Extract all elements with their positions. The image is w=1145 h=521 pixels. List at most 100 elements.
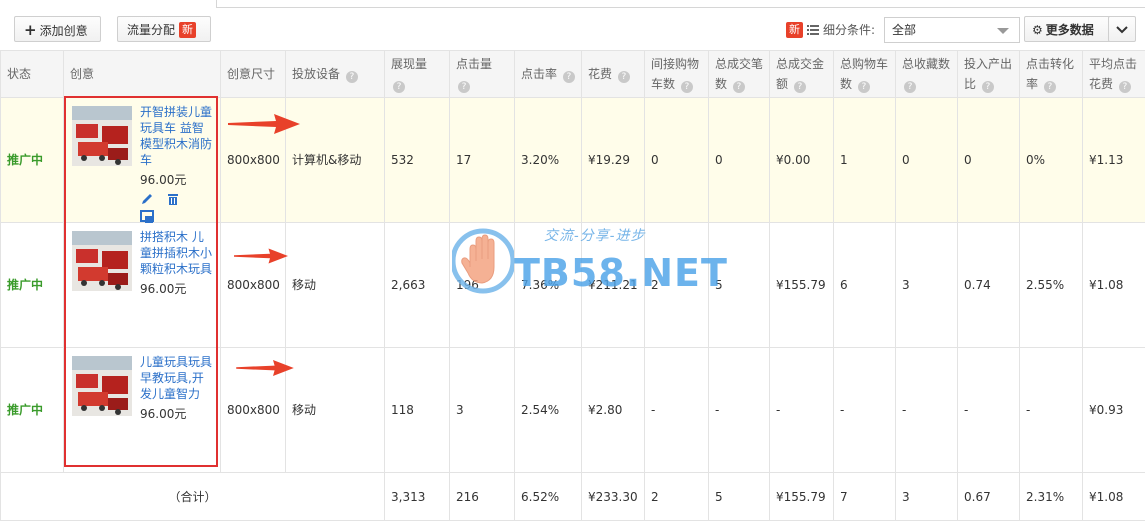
- col-roi[interactable]: 投入产出比 ?: [958, 51, 1020, 98]
- chevron-down-icon: [997, 28, 1009, 34]
- filter-select[interactable]: 全部: [884, 17, 1020, 43]
- help-icon[interactable]: ?: [346, 71, 358, 83]
- col-ctr[interactable]: 点击率 ?: [515, 51, 582, 98]
- device-cell: 移动: [286, 348, 385, 473]
- help-icon[interactable]: ?: [458, 81, 470, 93]
- product-image: [72, 106, 132, 166]
- creative-title-link[interactable]: 儿童玩具玩具早教玩具,开发儿童智力: [140, 354, 212, 402]
- status-cell: 推广中: [1, 98, 64, 223]
- total-cost: ¥233.30: [582, 473, 645, 521]
- help-icon[interactable]: ?: [904, 81, 916, 93]
- creative-title-link[interactable]: 拼搭积木 儿童拼插积木小颗粒积木玩具: [140, 229, 212, 277]
- help-icon[interactable]: ?: [858, 81, 870, 93]
- filter-new-badge: 新: [786, 22, 803, 38]
- preview-icon[interactable]: [140, 210, 154, 224]
- col-cost[interactable]: 花费 ?: [582, 51, 645, 98]
- arrow-annotation: [228, 114, 300, 134]
- cvr-cell: 0%: [1020, 98, 1083, 223]
- table-row: 推广中 开智拼装儿童玩具车 益智模型积木消防车 96.00元: [1, 98, 1145, 223]
- header-label: 展现量: [391, 57, 427, 71]
- product-thumbnail[interactable]: [72, 106, 132, 166]
- total-row: （合计） 3,313 216 6.52% ¥233.30 2 5 ¥155.79…: [1, 473, 1145, 521]
- creative-title-link[interactable]: 开智拼装儿童玩具车 益智模型积木消防车: [140, 104, 212, 168]
- clicks-cell: 3: [450, 348, 515, 473]
- total-amount: ¥155.79: [770, 473, 834, 521]
- creative-info: 开智拼装儿童玩具车 益智模型积木消防车 96.00元: [140, 104, 212, 208]
- status-cell: 推广中: [1, 223, 64, 348]
- help-icon[interactable]: ?: [1044, 81, 1056, 93]
- col-creative[interactable]: 创意: [64, 51, 221, 98]
- total-cart-cell: 1: [834, 98, 896, 223]
- cost-cell: ¥2.80: [582, 348, 645, 473]
- traffic-allocation-button[interactable]: 流量分配新: [117, 16, 211, 42]
- col-device[interactable]: 投放设备 ?: [286, 51, 385, 98]
- roi-cell: 0.74: [958, 223, 1020, 348]
- creative-cell: 开智拼装儿童玩具车 益智模型积木消防车 96.00元: [64, 98, 221, 223]
- add-creative-button[interactable]: +添加创意: [14, 16, 101, 42]
- clicks-cell: 17: [450, 98, 515, 223]
- cpc-cell: ¥1.08: [1083, 223, 1145, 348]
- cpc-cell: ¥0.93: [1083, 348, 1145, 473]
- total-label: （合计）: [1, 473, 385, 521]
- plus-icon: +: [24, 21, 37, 39]
- product-thumbnail[interactable]: [72, 231, 132, 291]
- header-label: 花费: [588, 67, 612, 81]
- filter-label: 细分条件:: [823, 23, 875, 37]
- col-clicks[interactable]: 点击量 ?: [450, 51, 515, 98]
- total-orders-cell: 5: [709, 223, 770, 348]
- product-image: [72, 231, 132, 291]
- total-ctr: 6.52%: [515, 473, 582, 521]
- help-icon[interactable]: ?: [618, 71, 630, 83]
- more-data-dropdown-button[interactable]: [1108, 16, 1136, 42]
- more-data-button[interactable]: ⚙更多数据: [1024, 16, 1112, 42]
- traffic-allocation-label: 流量分配: [127, 23, 175, 37]
- ctr-cell: 3.20%: [515, 98, 582, 223]
- col-favorites[interactable]: 总收藏数 ?: [896, 51, 958, 98]
- help-icon[interactable]: ?: [681, 81, 693, 93]
- clicks-cell: 196: [450, 223, 515, 348]
- help-icon[interactable]: ?: [563, 71, 575, 83]
- col-total-orders[interactable]: 总成交笔数 ?: [709, 51, 770, 98]
- indirect-cart-cell: 2: [645, 223, 709, 348]
- filter-select-value: 全部: [892, 23, 916, 37]
- total-cvr: 2.31%: [1020, 473, 1083, 521]
- cvr-cell: -: [1020, 348, 1083, 473]
- creative-price: 96.00元: [140, 172, 212, 188]
- device-cell: 移动: [286, 223, 385, 348]
- more-data-label: 更多数据: [1046, 23, 1094, 37]
- creative-cell: 儿童玩具玩具早教玩具,开发儿童智力 96.00元: [64, 348, 221, 473]
- header-label: 创意尺寸: [227, 67, 275, 81]
- top-border-strip: [216, 0, 1145, 8]
- col-impressions[interactable]: 展现量 ?: [385, 51, 450, 98]
- creative-block: 儿童玩具玩具早教玩具,开发儿童智力 96.00元: [70, 350, 214, 471]
- device-cell: 计算机&移动: [286, 98, 385, 223]
- col-indirect-cart[interactable]: 间接购物车数 ?: [645, 51, 709, 98]
- col-size[interactable]: 创意尺寸: [221, 51, 286, 98]
- col-cpc[interactable]: 平均点击花费 ?: [1083, 51, 1145, 98]
- help-icon[interactable]: ?: [393, 81, 405, 93]
- table-row: 推广中 儿童玩具玩具早教玩具,开发儿童智力 96.00元 800x800 移动 …: [1, 348, 1145, 473]
- help-icon[interactable]: ?: [1119, 81, 1131, 93]
- header-label: 点击量: [456, 57, 492, 71]
- trash-icon[interactable]: [166, 192, 180, 206]
- header-label: 投放设备: [292, 67, 340, 81]
- col-status[interactable]: 状态: [1, 51, 64, 98]
- creative-price: 96.00元: [140, 406, 212, 422]
- creative-info: 儿童玩具玩具早教玩具,开发儿童智力 96.00元: [140, 354, 212, 422]
- header-label: 点击率: [521, 67, 557, 81]
- total-amount-cell: -: [770, 348, 834, 473]
- help-icon[interactable]: ?: [982, 81, 994, 93]
- favorites-cell: 0: [896, 98, 958, 223]
- total-roi: 0.67: [958, 473, 1020, 521]
- table-row: 推广中 拼搭积木 儿童拼插积木小颗粒积木玩具 96.00元 800x800 移动: [1, 223, 1145, 348]
- help-icon[interactable]: ?: [733, 81, 745, 93]
- cost-cell: ¥211.21: [582, 223, 645, 348]
- col-cvr[interactable]: 点击转化率 ?: [1020, 51, 1083, 98]
- product-thumbnail[interactable]: [72, 356, 132, 416]
- col-total-cart[interactable]: 总购物车数 ?: [834, 51, 896, 98]
- creative-price: 96.00元: [140, 281, 212, 297]
- total-orders-cell: -: [709, 348, 770, 473]
- edit-icon[interactable]: [140, 192, 154, 206]
- col-total-amount[interactable]: 总成交金额 ?: [770, 51, 834, 98]
- help-icon[interactable]: ?: [794, 81, 806, 93]
